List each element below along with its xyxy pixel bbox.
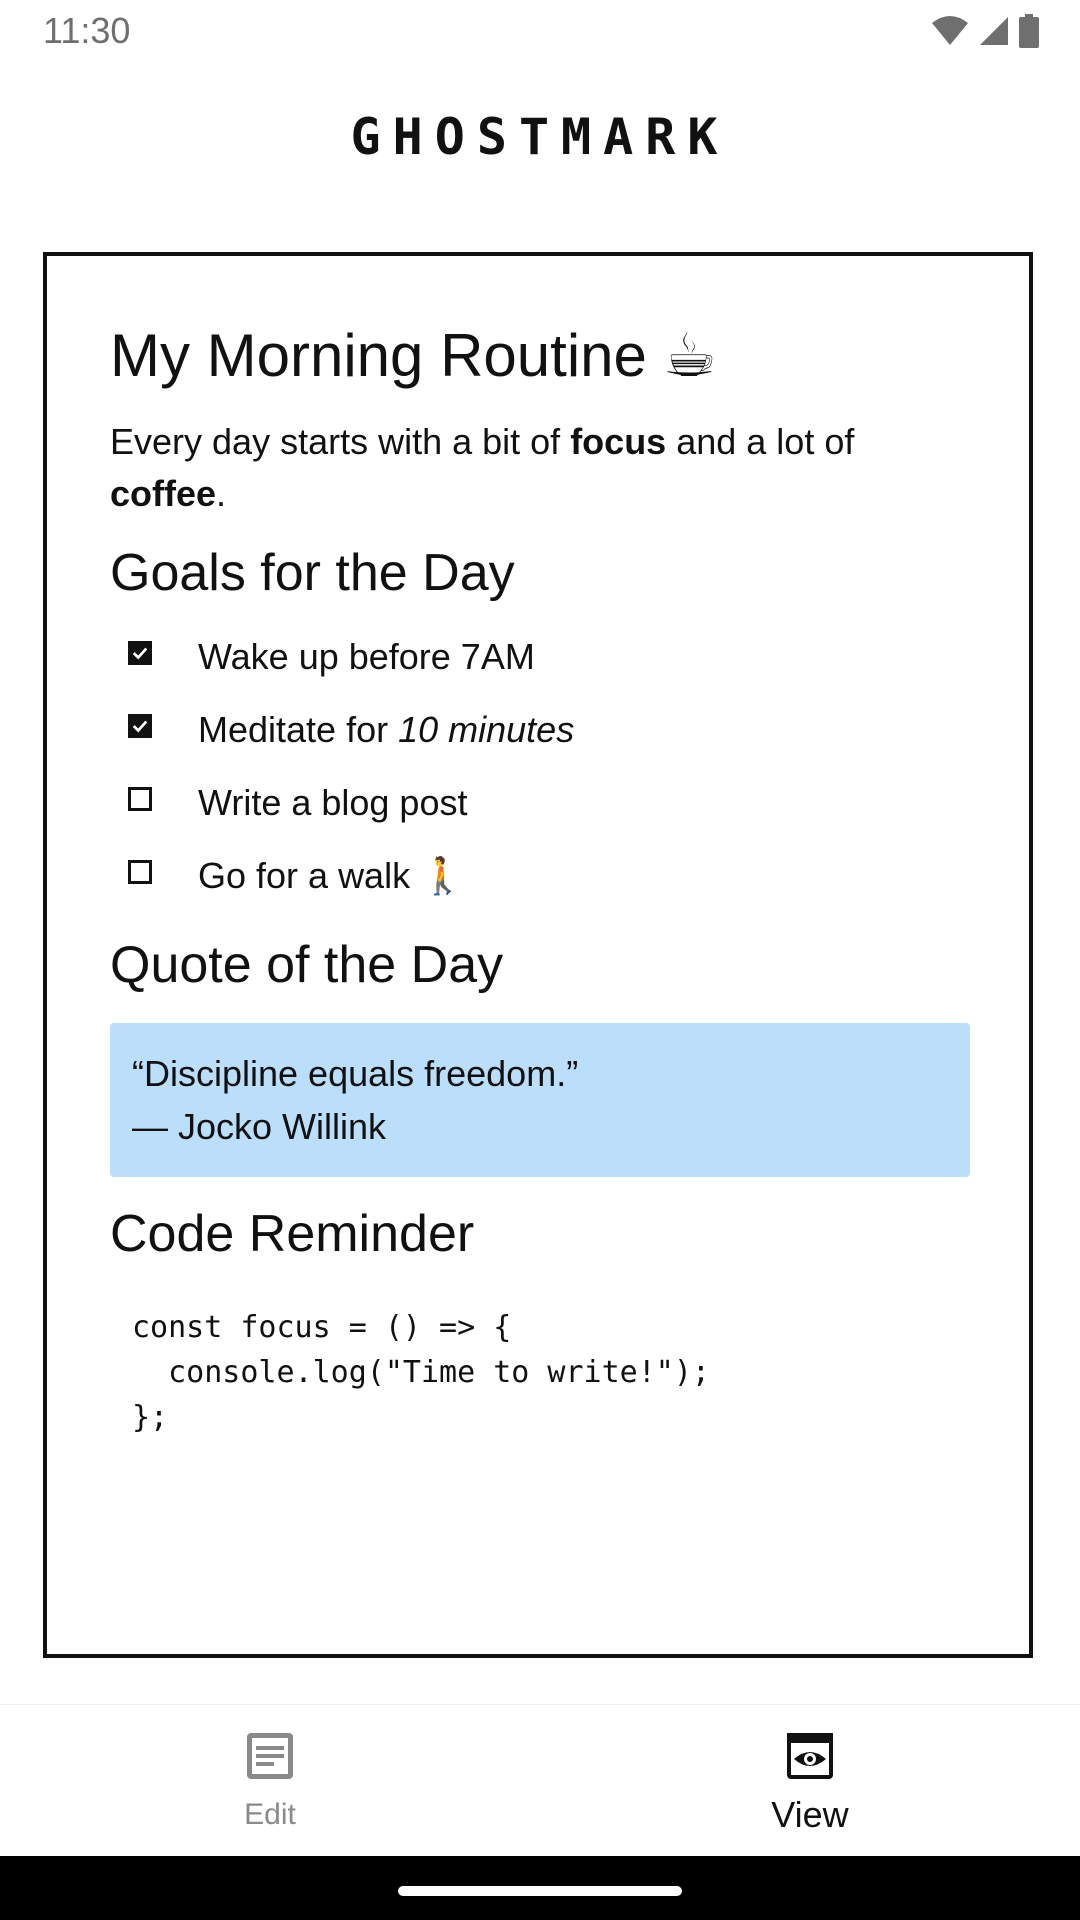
home-gesture-handle[interactable] <box>398 1886 682 1896</box>
coffee-emoji: ☕ <box>662 322 717 389</box>
markdown-preview: My Morning Routine ☕ Every day starts wi… <box>110 320 970 1440</box>
quote-author: — Jocko Willink <box>132 1105 387 1147</box>
task-item: Wake up before 7AM <box>110 620 970 693</box>
bottom-navigation: Edit View <box>0 1704 1080 1857</box>
status-bar: 11:30 <box>0 0 1080 62</box>
goals-heading: Goals for the Day <box>110 544 515 602</box>
task-label: Write a blog post <box>198 781 468 823</box>
document-title: My Morning Routine ☕ <box>110 320 970 392</box>
task-label: Meditate for 10 minutes <box>198 709 574 751</box>
status-icons <box>930 14 1040 53</box>
task-checkbox-unchecked[interactable] <box>128 786 152 811</box>
wifi-icon <box>930 15 970 52</box>
edit-icon <box>245 1731 295 1786</box>
task-label-text: Meditate for <box>198 708 399 750</box>
intro-text-1: Every day starts with a bit of <box>110 421 571 462</box>
task-item: Go for a walk 🚶 <box>110 839 970 912</box>
code-heading: Code Reminder <box>110 1204 475 1263</box>
nav-edit-tab[interactable]: Edit <box>0 1705 540 1857</box>
intro-bold-focus: focus <box>570 421 667 462</box>
task-label-italic: 10 minutes <box>398 708 575 750</box>
task-label: Wake up before 7AM <box>198 635 535 677</box>
task-item: Write a blog post <box>110 766 970 839</box>
task-checkbox-unchecked[interactable] <box>128 859 152 884</box>
task-label-text: Go for a walk <box>198 854 411 896</box>
task-checkbox-checked[interactable] <box>128 640 152 665</box>
quote-heading: Quote of the Day <box>110 936 504 995</box>
status-time: 11:30 <box>43 10 131 51</box>
task-label: Go for a walk 🚶 <box>198 855 465 897</box>
cellular-signal-icon <box>978 15 1010 52</box>
check-icon <box>132 647 148 660</box>
task-item: Meditate for 10 minutes <box>110 693 970 766</box>
nav-edit-label: Edit <box>244 1798 296 1831</box>
walking-emoji: 🚶 <box>420 854 465 896</box>
eye-icon <box>785 1731 835 1786</box>
quote-text: “Discipline equals freedom.” <box>132 1052 579 1094</box>
nav-view-tab[interactable]: View <box>540 1705 1080 1857</box>
quote-box: “Discipline equals freedom.” — Jocko Wil… <box>110 1022 970 1177</box>
task-checkbox-checked[interactable] <box>128 713 152 738</box>
battery-icon <box>1018 14 1040 53</box>
nav-view-label: View <box>771 1794 849 1835</box>
app-title: GHOSTMARK <box>350 108 730 166</box>
task-list: Wake up before 7AM Meditate for 10 minut… <box>110 620 970 912</box>
system-navigation-bar <box>0 1856 1080 1920</box>
intro-paragraph: Every day starts with a bit of focus and… <box>110 416 970 520</box>
intro-text-2: and a lot of <box>666 421 855 462</box>
document-title-text: My Morning Routine <box>110 322 647 389</box>
intro-text-3: . <box>216 473 227 514</box>
intro-bold-coffee: coffee <box>110 473 217 514</box>
code-block: const focus = () => { console.log("Time … <box>132 1310 710 1436</box>
check-icon <box>132 720 148 733</box>
